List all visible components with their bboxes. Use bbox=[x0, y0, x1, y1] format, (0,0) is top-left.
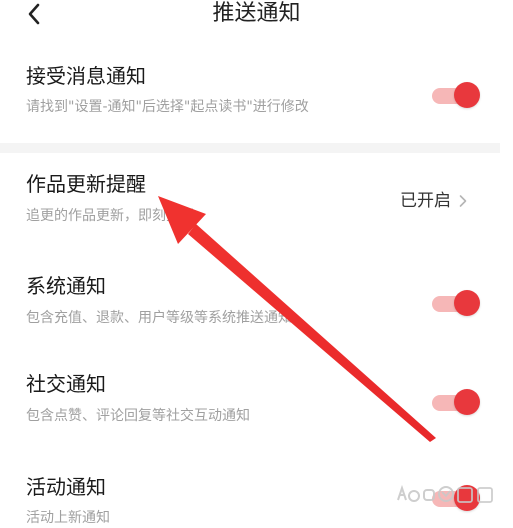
social-notifications-toggle[interactable] bbox=[430, 387, 482, 417]
setting-title: 活动通知 bbox=[26, 475, 106, 499]
work-updates-status[interactable]: 已开启 bbox=[400, 189, 467, 213]
system-notifications-toggle[interactable] bbox=[430, 288, 482, 318]
setting-description: 请找到"设置-通知"后选择"起点读书"进行修改 bbox=[26, 99, 309, 115]
section-divider bbox=[0, 143, 500, 153]
receive-messages-toggle[interactable] bbox=[430, 80, 482, 110]
setting-row-work-updates[interactable]: 作品更新提醒 追更的作品更新，即刻提醒 已开启 bbox=[0, 165, 513, 245]
chevron-right-icon bbox=[459, 195, 467, 207]
setting-row-system-notifications: 系统通知 包含充值、退款、用户等级等系统推送通知 bbox=[0, 270, 513, 340]
toggle-knob bbox=[454, 82, 480, 108]
setting-row-social-notifications: 社交通知 包含点赞、评论回复等社交互动通知 bbox=[0, 370, 513, 440]
baidu-jingyan-watermark-icon bbox=[397, 484, 493, 503]
setting-description: 追更的作品更新，即刻提醒 bbox=[26, 208, 194, 224]
setting-title: 系统通知 bbox=[26, 274, 106, 298]
toggle-knob bbox=[454, 389, 480, 415]
page-title: 推送通知 bbox=[212, 1, 301, 26]
setting-description: 包含充值、退款、用户等级等系统推送通知 bbox=[26, 310, 292, 326]
setting-description: 活动上新通知 bbox=[26, 510, 110, 526]
status-text: 已开启 bbox=[400, 191, 451, 211]
setting-description: 包含点赞、评论回复等社交互动通知 bbox=[26, 408, 250, 424]
setting-title: 社交通知 bbox=[26, 372, 106, 396]
setting-title: 作品更新提醒 bbox=[26, 172, 146, 196]
toggle-knob bbox=[454, 290, 480, 316]
header-bar: 推送通知 bbox=[0, 0, 513, 30]
setting-title: 接受消息通知 bbox=[26, 64, 146, 88]
setting-row-receive-messages: 接受消息通知 请找到"设置-通知"后选择"起点读书"进行修改 bbox=[0, 60, 513, 140]
